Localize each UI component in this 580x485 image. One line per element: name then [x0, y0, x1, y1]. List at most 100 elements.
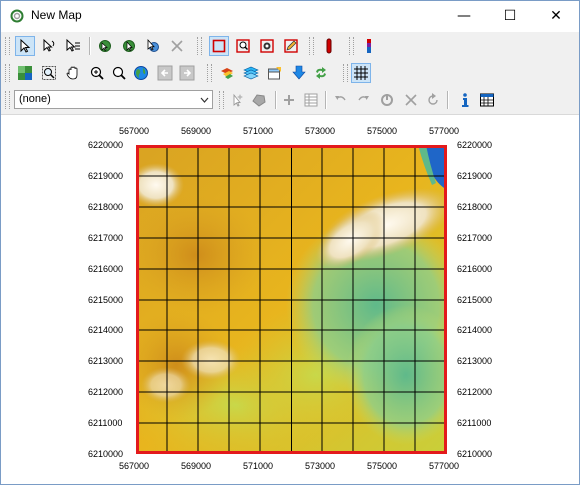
red-marker-button[interactable] — [319, 36, 339, 56]
y-tick-right: 6215000 — [457, 295, 493, 305]
y-tick-left: 6220000 — [88, 140, 124, 150]
zoom-window-icon — [42, 66, 56, 80]
x-tick-bottom: 567000 — [119, 461, 150, 471]
zoom-in-button[interactable] — [87, 63, 107, 83]
y-tick-left: 6212000 — [88, 387, 124, 397]
layer-select-icon — [18, 66, 32, 80]
toolbar-grip[interactable] — [343, 64, 348, 82]
minimize-icon: — — [457, 8, 471, 24]
table-add-button[interactable] — [301, 90, 321, 110]
toolbar-grip[interactable] — [207, 64, 212, 82]
y-tick-left: 6214000 — [88, 325, 124, 335]
rectangle-tool-button[interactable] — [209, 36, 229, 56]
info-button[interactable] — [455, 90, 475, 110]
multicolor-marker-button[interactable] — [359, 36, 379, 56]
select-move-button[interactable] — [119, 36, 139, 56]
cancel-edit-button[interactable] — [401, 90, 421, 110]
toolbar-grip[interactable] — [349, 37, 354, 55]
select-by-rect-button[interactable] — [63, 36, 83, 56]
rotate-button[interactable] — [377, 90, 397, 110]
app-logo-icon — [10, 9, 24, 23]
redo-button[interactable] — [353, 90, 373, 110]
add-data-button[interactable] — [289, 63, 309, 83]
forward-arrow-icon — [179, 65, 195, 81]
y-tick-left: 6211000 — [88, 418, 123, 428]
map-color-button[interactable] — [217, 63, 237, 83]
pan-button[interactable] — [63, 63, 83, 83]
reset-button[interactable] — [423, 90, 443, 110]
toolbar-grip[interactable] — [5, 37, 10, 55]
close-button[interactable]: ✕ — [533, 1, 579, 31]
zoom-out-icon — [112, 66, 126, 80]
redo-icon — [358, 96, 369, 101]
polygon-tool-icon — [252, 94, 266, 107]
select-by-rect-icon — [66, 38, 80, 52]
select-arrow-button[interactable] — [15, 36, 35, 56]
gear-frame-icon — [260, 39, 274, 53]
layer-select-button[interactable] — [15, 63, 35, 83]
layers-button[interactable] — [241, 63, 261, 83]
add-point-button[interactable] — [279, 90, 299, 110]
map-frame[interactable] — [136, 145, 447, 454]
maximize-button[interactable]: ☐ — [487, 1, 533, 31]
toolbar-separator — [275, 91, 277, 109]
attribute-table-button[interactable] — [477, 90, 497, 110]
minimize-button[interactable]: — — [441, 1, 487, 31]
grid-toggle-button[interactable] — [351, 63, 371, 83]
close-icon: ✕ — [550, 8, 562, 24]
undo-button[interactable] — [331, 90, 351, 110]
add-down-icon — [292, 65, 306, 80]
gear-frame-button[interactable] — [257, 36, 277, 56]
x-tick-top: 571000 — [243, 126, 274, 136]
select-by-point-button[interactable] — [39, 36, 59, 56]
y-tick-right: 6214000 — [457, 325, 493, 335]
map-canvas[interactable]: 567000 569000 571000 573000 575000 57700… — [1, 115, 579, 484]
forward-button[interactable] — [177, 63, 197, 83]
y-tick-left: 6217000 — [88, 233, 124, 243]
toolbar-row-editing: (none) — [1, 87, 579, 114]
y-tick-left: 6219000 — [88, 171, 124, 181]
zoom-window-button[interactable] — [39, 63, 59, 83]
x-tick-top: 577000 — [429, 126, 460, 136]
layer-properties-icon — [268, 67, 281, 80]
y-tick-right: 6220000 — [457, 140, 493, 150]
sync-button[interactable] — [311, 63, 331, 83]
cursor-sparkle-icon — [233, 93, 243, 107]
toolbar-grip[interactable] — [5, 91, 10, 109]
select-edit-button[interactable] — [143, 36, 163, 56]
pencil-frame-icon — [284, 39, 298, 53]
layer-dropdown-value: (none) — [19, 93, 51, 105]
x-tick-top: 569000 — [181, 126, 212, 136]
zoom-in-icon — [90, 66, 104, 80]
layer-properties-button[interactable] — [265, 63, 285, 83]
map-window: New Map — ☐ ✕ (none) 567000 569000 57100… — [0, 0, 580, 485]
chevron-down-icon[interactable] — [196, 91, 212, 108]
polygon-tool-button[interactable] — [249, 90, 269, 110]
add-point-icon — [284, 95, 294, 105]
toolbar-row-selection — [1, 33, 579, 60]
delete-button[interactable] — [167, 36, 187, 56]
x-tick-top: 567000 — [119, 126, 150, 136]
reset-icon — [428, 93, 438, 105]
y-tick-right: 6211000 — [457, 418, 492, 428]
y-tick-right: 6212000 — [457, 387, 493, 397]
zoom-rect-button[interactable] — [233, 36, 253, 56]
toolbar-grip[interactable] — [309, 37, 314, 55]
select-edit-icon — [147, 38, 159, 52]
undo-icon — [335, 96, 346, 101]
full-extent-button[interactable] — [131, 63, 151, 83]
toolbar-grip[interactable] — [197, 37, 202, 55]
table-add-icon — [304, 93, 318, 107]
sync-arrows-icon — [316, 67, 326, 79]
toolbar-grip[interactable] — [219, 91, 224, 109]
y-tick-right: 6216000 — [457, 264, 493, 274]
toolbar-grip[interactable] — [5, 64, 10, 82]
x-tick-bottom: 577000 — [429, 461, 460, 471]
refresh-select-button[interactable] — [95, 36, 115, 56]
zoom-out-button[interactable] — [109, 63, 129, 83]
back-button[interactable] — [155, 63, 175, 83]
cursor-sparkle-button[interactable] — [227, 90, 247, 110]
pencil-frame-button[interactable] — [281, 36, 301, 56]
map-color-icon — [221, 68, 233, 79]
layer-dropdown[interactable]: (none) — [14, 90, 213, 109]
